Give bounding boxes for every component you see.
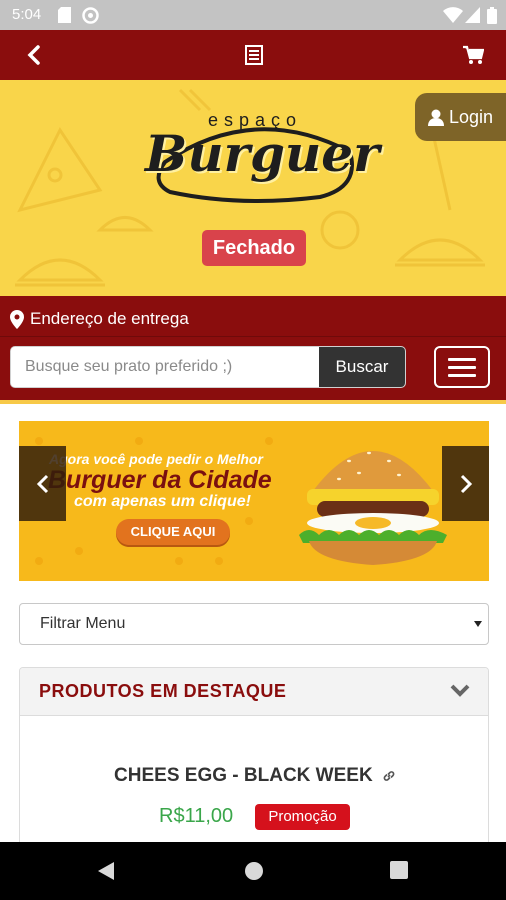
promo-banner[interactable]: Agora você pode pedir o Melhor Burguer d… (19, 421, 489, 581)
search-box: Buscar (10, 346, 406, 388)
delivery-address-link[interactable]: Endereço de entrega (10, 308, 189, 330)
product-card-title[interactable]: CHEES EGG - BLACK WEEK (20, 765, 488, 787)
carousel-next-button[interactable] (442, 446, 489, 521)
status-bar: 5:04 (0, 0, 506, 30)
carousel-prev-button[interactable] (19, 446, 66, 521)
chevron-left-icon (27, 45, 40, 65)
banner-headline-small: Agora você pode pedir o Melhor (49, 451, 263, 467)
status-time: 5:04 (12, 6, 42, 23)
store-logo: espaço Burguer (145, 102, 380, 212)
promo-badge: Promoção (255, 804, 350, 830)
hamburger-line (448, 365, 476, 369)
hamburger-line (448, 373, 476, 377)
chevron-right-icon (460, 474, 472, 493)
list-document-icon (245, 45, 263, 65)
menu-filter-select[interactable]: Filtrar Menu (19, 603, 489, 645)
cart-icon (463, 45, 484, 64)
burger-image (299, 451, 447, 565)
top-app-bar (0, 30, 506, 80)
banner-cta-button[interactable]: CLIQUE AQUI (116, 519, 230, 545)
square-recents-icon (390, 861, 408, 879)
store-status-badge: Fechado (202, 230, 306, 266)
search-input[interactable] (11, 347, 319, 387)
nav-recents-button[interactable] (390, 861, 408, 884)
user-icon (428, 109, 444, 126)
logo-main-text: Burguer (145, 124, 380, 183)
chevron-left-icon (36, 474, 48, 493)
circle-home-icon (245, 862, 263, 880)
banner-headline: Burguer da Cidade (48, 466, 272, 494)
cart-button[interactable] (458, 40, 488, 70)
nav-back-button[interactable] (96, 861, 116, 886)
triangle-back-icon (98, 862, 114, 880)
login-label: Login (449, 106, 494, 127)
login-button[interactable]: Login (415, 93, 506, 141)
battery-icon (487, 7, 497, 29)
featured-products-panel: PRODUTOS EM DESTAQUE CHEES EGG - BLACK W… (19, 667, 489, 857)
product-name: CHEES EGG - BLACK WEEK (114, 765, 373, 786)
featured-panel-header[interactable]: PRODUTOS EM DESTAQUE (20, 668, 488, 716)
android-nav-bar (0, 842, 506, 900)
banner-subheadline: com apenas um clique! (74, 493, 251, 510)
data-saver-icon (82, 7, 99, 29)
map-pin-icon (10, 309, 24, 329)
signal-icon (465, 7, 480, 28)
back-button[interactable] (19, 40, 49, 70)
delivery-search-bar: Endereço de entrega Buscar (0, 296, 506, 404)
menu-list-button[interactable] (239, 40, 269, 70)
search-button[interactable]: Buscar (319, 347, 405, 387)
filter-selected-value: Filtrar Menu (40, 615, 126, 632)
link-icon (383, 771, 395, 781)
featured-panel-title: PRODUTOS EM DESTAQUE (39, 681, 287, 701)
chevron-down-icon (450, 684, 470, 697)
sd-card-icon (58, 7, 71, 28)
wifi-icon (443, 7, 463, 28)
caret-down-icon (474, 621, 482, 627)
nav-home-button[interactable] (244, 861, 264, 886)
hamburger-menu-button[interactable] (434, 346, 490, 388)
divider (0, 336, 506, 337)
hamburger-line (448, 357, 476, 361)
delivery-address-label: Endereço de entrega (30, 309, 189, 328)
product-price: R$11,00 (159, 805, 234, 827)
